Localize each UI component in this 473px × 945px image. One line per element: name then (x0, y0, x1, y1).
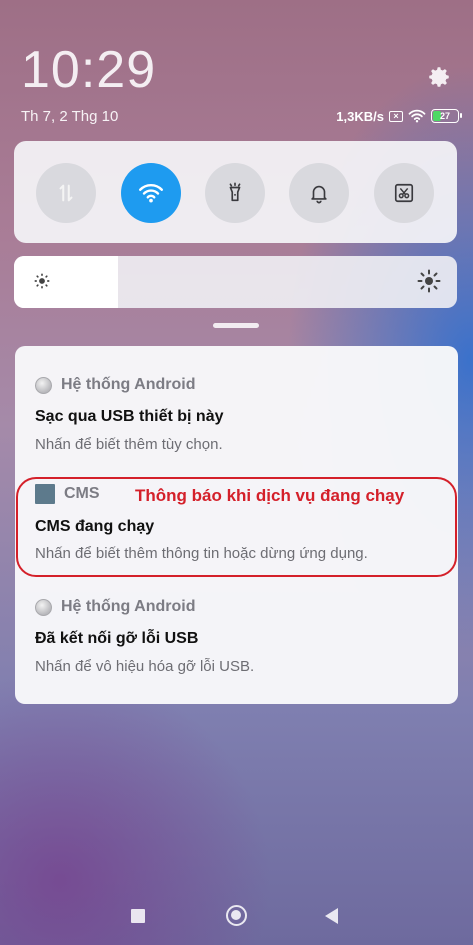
back-button[interactable] (325, 908, 338, 924)
brightness-level-fill (14, 256, 119, 308)
sim-none-icon: × (389, 110, 403, 122)
clock-time: 10:29 (21, 41, 157, 99)
notification-title: Sạc qua USB thiết bị này (35, 408, 224, 425)
screenshot-toggle[interactable] (374, 163, 434, 223)
annotation-label: Thông báo khi dịch vụ đang chạy (135, 486, 405, 505)
recents-button[interactable] (131, 909, 145, 923)
brightness-high-icon (417, 269, 441, 293)
wifi-status-icon (408, 109, 426, 123)
android-system-icon (35, 376, 52, 394)
wifi-toggle[interactable] (121, 163, 181, 223)
bell-icon (311, 185, 327, 204)
notification-app-name: Hệ thống Android (61, 376, 196, 393)
brightness-low-icon (34, 273, 50, 289)
status-icons: 1,3KB/s × 27 (336, 107, 462, 125)
notification-sound-toggle[interactable] (289, 163, 349, 223)
flashlight-toggle[interactable] (205, 163, 265, 223)
notification-item[interactable]: Hệ thống Android Đã kết nối gỡ lỗi USB N… (15, 586, 458, 696)
drag-handle[interactable] (213, 323, 259, 328)
notification-title: Đã kết nối gỡ lỗi USB (35, 630, 199, 647)
quick-toggles-panel (14, 141, 457, 243)
notification-app-name: Hệ thống Android (61, 598, 196, 615)
notification-text: Nhấn để biết thêm tùy chọn. (35, 436, 223, 453)
settings-gear-icon[interactable] (426, 64, 452, 90)
screenshot-scissors-icon (394, 183, 414, 203)
battery-level: 27 (439, 111, 450, 121)
date-label: Th 7, 2 Thg 10 (21, 108, 119, 125)
notification-item[interactable]: Hệ thống Android Sạc qua USB thiết bị nà… (15, 346, 458, 464)
notification-text: Nhấn để vô hiệu hóa gỡ lỗi USB. (35, 658, 255, 675)
data-transfer-icon (59, 184, 73, 202)
battery-icon: 27 (431, 109, 462, 123)
home-button[interactable] (226, 905, 247, 926)
wifi-icon (138, 184, 164, 203)
network-speed: 1,3KB/s (336, 108, 384, 124)
android-system-icon (35, 598, 52, 616)
flashlight-icon (229, 182, 241, 202)
mobile-data-toggle[interactable] (36, 163, 96, 223)
navigation-bar (0, 900, 473, 934)
brightness-slider[interactable] (14, 256, 457, 308)
